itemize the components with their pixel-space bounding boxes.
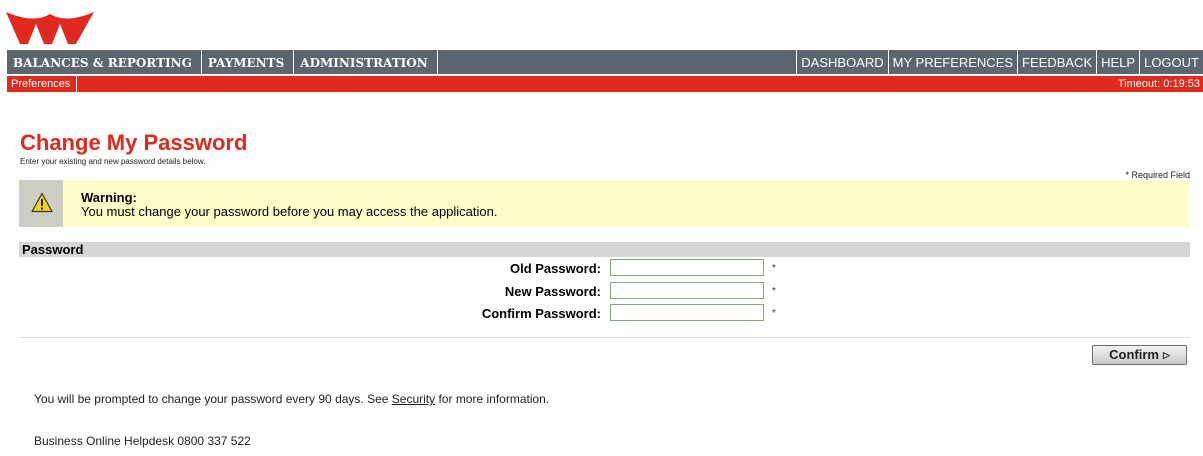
old-password-label: Old Password: (509, 261, 601, 276)
subnav-preferences[interactable]: Preferences (7, 76, 78, 92)
new-password-input[interactable] (610, 282, 764, 299)
confirm-button-label: Confirm (1109, 347, 1159, 362)
warning-triangle-icon (31, 192, 53, 213)
helpdesk-info: Business Online Helpdesk 0800 337 522 (34, 434, 251, 448)
sub-nav: Preferences Timeout: 0:19:53 (7, 76, 1203, 92)
required-field-note: * Required Field (1125, 170, 1190, 180)
info-text-after: for more information. (435, 392, 550, 406)
page-subtitle: Enter your existing and new password det… (20, 157, 206, 166)
nav-my-preferences[interactable]: MY PREFERENCES (887, 50, 1017, 74)
warning-icon-container (19, 180, 63, 227)
nav-balances-reporting[interactable]: BALANCES & REPORTING (7, 50, 202, 74)
triangle-right-icon: ▷ (1162, 350, 1170, 360)
confirm-password-label: Confirm Password: (481, 306, 601, 321)
new-password-required-mark: * (772, 286, 776, 297)
nav-administration[interactable]: ADMINISTRATION (294, 50, 438, 74)
logo-bar (0, 0, 1203, 50)
page-title: Change My Password (20, 130, 248, 155)
nav-payments[interactable]: PAYMENTS (202, 50, 295, 74)
warning-title: Warning: (81, 190, 137, 205)
info-text-before: You will be prompted to change your pass… (34, 392, 392, 406)
password-section-header: Password (19, 242, 1190, 257)
nav-help[interactable]: HELP (1096, 50, 1139, 74)
password-expiry-info: You will be prompted to change your pass… (34, 392, 549, 406)
confirm-button[interactable]: Confirm ▷ (1092, 345, 1187, 365)
nav-feedback[interactable]: FEEDBACK (1017, 50, 1096, 74)
bank-logo-icon (6, 12, 94, 44)
form-divider (19, 337, 1190, 338)
old-password-input[interactable] (610, 259, 764, 276)
session-timeout: Timeout: 0:19:53 (1117, 78, 1200, 90)
warning-message: You must change your password before you… (81, 204, 498, 219)
warning-box: Warning: You must change your password b… (19, 180, 1190, 227)
confirm-password-required-mark: * (772, 308, 776, 319)
old-password-required-mark: * (772, 263, 776, 274)
confirm-password-input[interactable] (610, 304, 764, 321)
main-nav: BALANCES & REPORTING PAYMENTS ADMINISTRA… (7, 50, 1203, 74)
nav-logout[interactable]: LOGOUT (1139, 50, 1203, 74)
security-link[interactable]: Security (392, 392, 435, 406)
new-password-label: New Password: (504, 284, 601, 299)
section-title: Password (22, 242, 84, 257)
nav-dashboard[interactable]: DASHBOARD (796, 50, 887, 74)
